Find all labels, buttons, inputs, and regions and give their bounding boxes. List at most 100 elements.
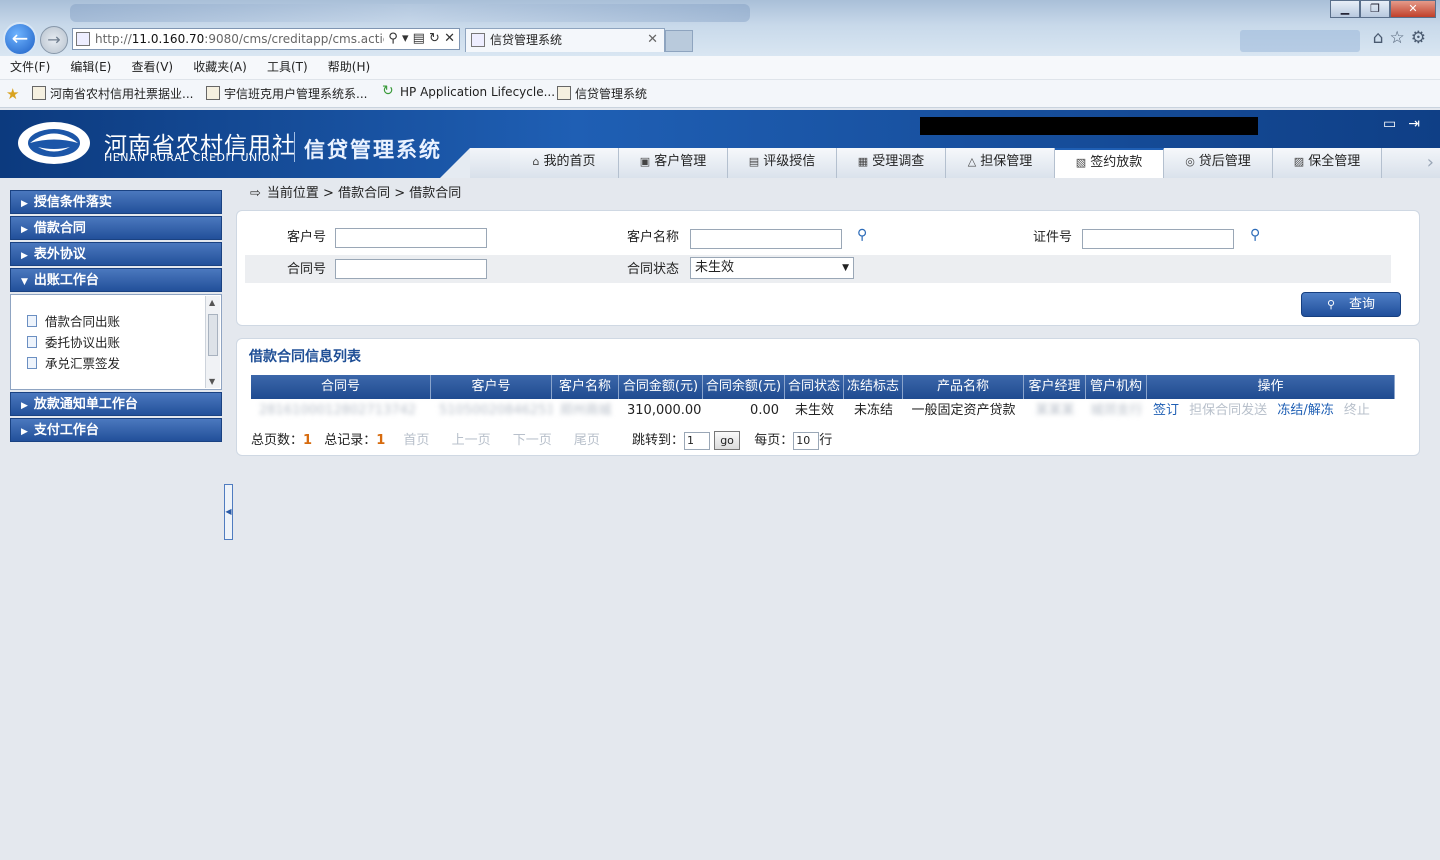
column-header[interactable]: 冻结标志 — [844, 375, 903, 399]
sidebar-item-label: 借款合同出账 — [45, 314, 121, 329]
sidebar-item-loan-disbursement[interactable]: 借款合同出账 — [11, 311, 221, 332]
total-pages-label: 总页数： — [251, 433, 304, 448]
sidebar-group-payment-workbench[interactable]: ▶ 支付工作台 — [10, 418, 222, 442]
sidebar-group-label: 出账工作台 — [33, 273, 99, 288]
back-button[interactable]: ← — [3, 22, 37, 56]
per-page-input[interactable]: 10 — [793, 431, 820, 450]
sidebar-group-credit-conditions[interactable]: ▶ 授信条件落实 — [10, 190, 222, 214]
tab-signing-loan[interactable]: ▧ 签约放款 — [1055, 148, 1164, 178]
gear-icon[interactable]: ⚙ — [1411, 28, 1432, 48]
cell-contract-no[interactable]: 2816100012802713742 — [251, 399, 431, 423]
customer-no-input[interactable] — [335, 228, 487, 248]
menu-view[interactable]: 查看(V) — [132, 56, 174, 78]
sidebar-group-label: 放款通知单工作台 — [33, 397, 138, 412]
maximize-button[interactable]: ❐ — [1360, 0, 1390, 18]
tab-label: 评级授信 — [763, 154, 816, 169]
tab-investigation[interactable]: ▦ 受理调查 — [837, 148, 946, 178]
location-icon: ⇨ — [250, 186, 261, 201]
tab-close-icon[interactable]: ✕ — [647, 29, 658, 51]
sign-link[interactable]: 签订 — [1153, 403, 1179, 418]
next-page-link[interactable]: 下一页 — [513, 433, 552, 448]
compat-icon[interactable]: ▤ — [413, 31, 425, 46]
logo-divider — [294, 132, 295, 162]
sidebar-item-acceptance-bill[interactable]: 承兑汇票签发 — [11, 353, 221, 374]
favorite-link[interactable]: 宇信班克用户管理系统系... — [206, 85, 367, 102]
first-page-link[interactable]: 首页 — [403, 433, 429, 448]
favorite-link[interactable]: 河南省农村信用社票据业... — [32, 85, 193, 102]
jump-page-input[interactable]: 1 — [684, 431, 711, 450]
sidebar-group-label: 授信条件落实 — [33, 195, 112, 210]
tab-rating[interactable]: ▤ 评级授信 — [728, 148, 837, 178]
url-path: :9080/cms/creditapp/cms.actic — [204, 32, 390, 46]
customer-name-input[interactable] — [690, 229, 842, 249]
browser-tab[interactable]: 信贷管理系统 ✕ — [465, 28, 665, 52]
last-page-link[interactable]: 尾页 — [574, 433, 600, 448]
query-button[interactable]: ⚲ 查询 — [1301, 292, 1401, 317]
menu-favorites[interactable]: 收藏夹(A) — [193, 56, 247, 78]
column-header[interactable]: 客户名称 — [552, 375, 619, 399]
forward-button[interactable]: → — [40, 26, 68, 54]
dropdown-icon[interactable]: ▾ — [402, 31, 409, 46]
scroll-up-icon[interactable]: ▲ — [209, 298, 215, 307]
menu-edit[interactable]: 编辑(E) — [70, 56, 111, 78]
sidebar-item-entrusted-disbursement[interactable]: 委托协议出账 — [11, 332, 221, 353]
menu-tools[interactable]: 工具(T) — [267, 56, 308, 78]
tab-home[interactable]: ⌂ 我的首页 — [510, 148, 619, 178]
favorites-star-icon[interactable]: ★ — [6, 85, 19, 103]
nav-scroll-right-icon[interactable]: › — [1427, 152, 1434, 173]
menu-file[interactable]: 文件(F) — [10, 56, 50, 78]
sidebar-item-label: 承兑汇票签发 — [45, 356, 121, 371]
search-icon[interactable]: ⚲ — [857, 227, 867, 243]
sidebar-collapse-handle[interactable]: ◀ — [224, 484, 233, 540]
cell-status: 未生效 — [794, 403, 834, 418]
stop-icon[interactable]: ✕ — [444, 31, 455, 46]
contract-no-input[interactable] — [335, 259, 487, 279]
tab-post-loan[interactable]: ◎ 贷后管理 — [1164, 148, 1273, 178]
sidebar-scrollbar[interactable]: ▲ ▼ — [205, 296, 220, 388]
id-no-input[interactable] — [1082, 229, 1234, 249]
home-icon[interactable]: ⌂ — [1373, 28, 1390, 48]
minimize-button[interactable]: ▁ — [1330, 0, 1360, 18]
logout-icon[interactable]: ⇥ — [1408, 116, 1432, 132]
go-button[interactable]: go — [714, 431, 741, 450]
scroll-down-icon[interactable]: ▼ — [209, 377, 215, 386]
freeze-unfreeze-link[interactable]: 冻结/解冻 — [1277, 403, 1333, 418]
sidebar-submenu: 借款合同出账 委托协议出账 承兑汇票签发 ▲ ▼ — [10, 294, 222, 390]
page-icon — [32, 86, 46, 100]
refresh-icon[interactable]: ↻ — [429, 31, 440, 46]
close-window-button[interactable]: ✕ — [1390, 0, 1436, 18]
prev-page-link[interactable]: 上一页 — [452, 433, 491, 448]
scroll-thumb[interactable] — [208, 314, 218, 356]
url-host: 11.0.160.70 — [131, 32, 205, 46]
sidebar-group-loan-contract[interactable]: ▶ 借款合同 — [10, 216, 222, 240]
monitor-icon[interactable]: ▭ — [1383, 116, 1408, 132]
column-header[interactable]: 合同金额(元) — [619, 375, 703, 399]
search-icon[interactable]: ⚲ — [1250, 227, 1260, 243]
menu-help[interactable]: 帮助(H) — [328, 56, 370, 78]
search-icon[interactable]: ⚲ — [388, 31, 398, 46]
favorites-star-icon[interactable]: ☆ — [1390, 28, 1411, 48]
column-header[interactable]: 合同状态 — [785, 375, 844, 399]
sidebar-group-notice-workbench[interactable]: ▶ 放款通知单工作台 — [10, 392, 222, 416]
new-tab-button[interactable] — [665, 30, 693, 52]
guarantee-icon: △ — [967, 155, 977, 168]
table-row[interactable]: 2816100012802713742 5105002084625138 郑州商… — [251, 399, 1395, 423]
column-header[interactable]: 客户号 — [431, 375, 552, 399]
tab-customer[interactable]: ▣ 客户管理 — [619, 148, 728, 178]
column-header[interactable]: 管户机构 — [1086, 375, 1147, 399]
favorite-link[interactable]: 信贷管理系统 — [557, 85, 647, 102]
column-header[interactable]: 客户经理 — [1024, 375, 1086, 399]
sidebar-group-off-balance[interactable]: ▶ 表外协议 — [10, 242, 222, 266]
column-header[interactable]: 产品名称 — [903, 375, 1024, 399]
tab-guarantee[interactable]: △ 担保管理 — [946, 148, 1055, 178]
sidebar-group-disbursement[interactable]: ▼ 出账工作台 — [10, 268, 222, 292]
contract-status-select[interactable]: 未生效 ▼ — [690, 257, 854, 279]
redacted-user-info — [920, 117, 1258, 135]
favorite-link[interactable]: ↻ HP Application Lifecycle... — [382, 83, 555, 99]
cell-product: 一般固定资产贷款 — [911, 403, 1016, 418]
tab-preservation[interactable]: ▨ 保全管理 — [1273, 148, 1382, 178]
address-bar[interactable]: http://11.0.160.70:9080/cms/creditapp/cm… — [72, 28, 460, 50]
column-header[interactable]: 合同余额(元) — [703, 375, 785, 399]
preservation-icon: ▨ — [1293, 155, 1305, 168]
column-header[interactable]: 合同号 — [251, 375, 431, 399]
